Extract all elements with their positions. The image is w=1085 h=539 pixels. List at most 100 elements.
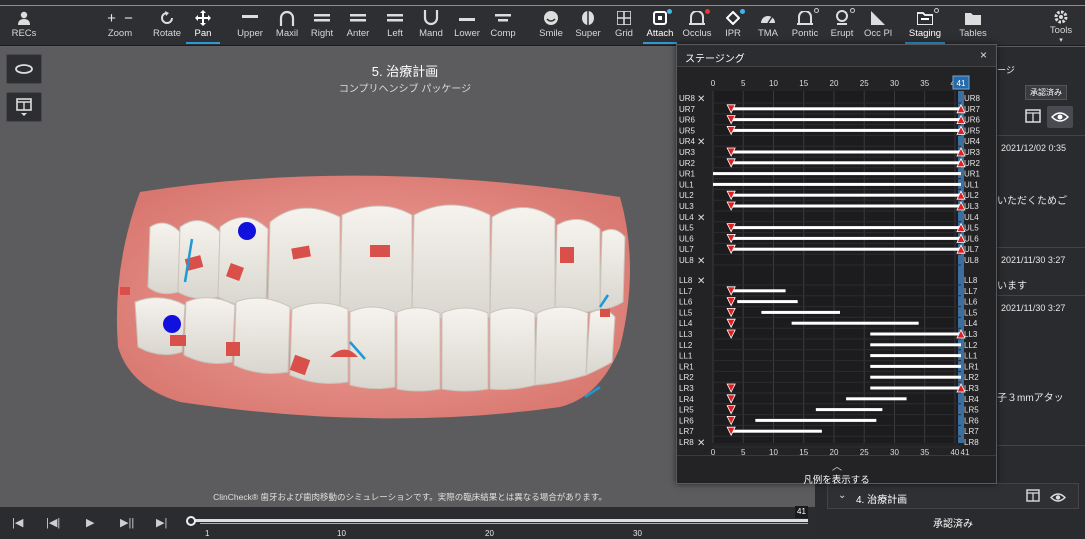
marker-point[interactable] (163, 315, 181, 333)
pan-label: Pan (194, 28, 212, 39)
left-view-icon (387, 8, 403, 28)
anterior-view-button[interactable]: Anter (342, 8, 374, 44)
staging-button[interactable]: Staging (905, 8, 945, 44)
tooth-label-left: LR3 (679, 384, 694, 393)
arch-view-toggle-button[interactable] (6, 54, 42, 84)
tooth-label-left: LR5 (679, 406, 694, 415)
upper-label: Upper (237, 28, 263, 39)
compare-button[interactable]: Comp (487, 8, 519, 44)
visibility-eye-icon[interactable] (1047, 106, 1073, 128)
occlus-indicator-dot (705, 9, 710, 14)
left-label: Left (387, 28, 403, 39)
tables-button[interactable]: Tables (956, 8, 990, 44)
gear-icon (1053, 8, 1069, 25)
tables-folder-icon (965, 8, 981, 28)
left-view-button[interactable]: Left (379, 8, 411, 44)
mandibular-arch-icon (423, 8, 439, 28)
layout-panel-icon (16, 98, 32, 116)
pan-button[interactable]: Pan (186, 8, 220, 44)
tooth-label-right: UL6 (964, 234, 979, 243)
step-back-icon[interactable]: |◀| (46, 516, 60, 529)
slider-tick: 10 (337, 529, 346, 538)
treatment-plan-subtitle: コンプリヘンシブ パッケージ (338, 84, 472, 95)
tooth-label-right: UL2 (964, 191, 979, 200)
ipr-label: IPR (725, 28, 741, 39)
tools-button[interactable]: Tools ▾ (1044, 8, 1078, 44)
layout-menu-button[interactable] (6, 92, 42, 122)
maxil-label: Maxil (275, 28, 299, 39)
occlusion-button[interactable]: Occlus (680, 8, 714, 44)
grid-button[interactable]: Grid (610, 8, 638, 44)
zoom-button[interactable]: + − Zoom (102, 8, 138, 44)
occlusal-plane-button[interactable]: Occ Pl (862, 8, 894, 44)
ipr-indicator-dot (740, 9, 745, 14)
tma-label: TMA (757, 28, 779, 39)
axis-tick-label: 35 (920, 79, 929, 88)
smile-label: Smile (539, 28, 563, 39)
staging-dialog-header[interactable]: ステージング × (677, 45, 996, 67)
skip-to-end-icon[interactable]: ▶| (156, 516, 167, 529)
tooth-label-left: LL7 (679, 287, 693, 296)
compare-icon (495, 8, 511, 28)
attach-button[interactable]: Attach (643, 8, 677, 44)
pontic-indicator-dot (814, 8, 819, 13)
marker-point[interactable] (238, 222, 256, 240)
tma-button[interactable]: TMA (753, 8, 783, 44)
missing-tooth-icon: ✕ (697, 438, 705, 449)
rotate-button[interactable]: Rotate (149, 8, 185, 44)
tooth-label-left: LL4 (679, 319, 693, 328)
stage-bar (731, 161, 961, 165)
tooth-label-left: LL1 (679, 352, 693, 361)
play-icon[interactable]: ▶ (86, 516, 94, 529)
step-forward-icon[interactable]: ▶|| (120, 516, 134, 529)
stage-bar (713, 172, 961, 176)
stage-bar (731, 289, 786, 293)
show-legend-button[interactable]: ︿ 凡例を表示する (677, 455, 996, 486)
chevron-up-icon: ︿ (832, 462, 842, 473)
axis-tick-label: 25 (860, 79, 869, 88)
chevron-down-icon: ⌄ (838, 490, 847, 501)
stage-bar (815, 408, 883, 412)
visibility-eye-icon[interactable] (1050, 490, 1066, 508)
tooth-label-right: LL3 (964, 330, 978, 339)
tables-label: Tables (959, 28, 987, 39)
lower-view-button[interactable]: Lower (451, 8, 483, 44)
comment-text: いただくためご (997, 196, 1067, 207)
comment-date: 2021/11/30 3:27 (1001, 255, 1066, 265)
section-row[interactable]: ⌄ 4. 治療計画 (827, 483, 1079, 509)
attach-label: Attach (646, 28, 674, 39)
comp-label: Comp (490, 28, 516, 39)
layout-icon[interactable] (1025, 109, 1043, 125)
stage-slider-track[interactable] (188, 519, 808, 522)
erupt-indicator-dot (850, 8, 855, 13)
skip-to-start-icon[interactable]: |◀ (12, 516, 23, 529)
stage-bar (731, 150, 961, 154)
approved-badge[interactable]: 承認済み (1025, 85, 1067, 100)
maxillary-view-button[interactable]: Maxil (271, 8, 303, 44)
upper-view-button[interactable]: Upper (234, 8, 266, 44)
axis-tick-label: 30 (890, 79, 899, 88)
slider-tick: 20 (485, 529, 494, 538)
tooth-label-left: LR4 (679, 395, 694, 404)
comment-date: 2021/12/02 0:35 (1001, 143, 1067, 153)
pontic-button[interactable]: Pontic (788, 8, 822, 44)
superimpose-button[interactable]: Super (572, 8, 604, 44)
erupt-button[interactable]: Erupt (826, 8, 858, 44)
layout-icon[interactable] (1026, 489, 1040, 507)
grid-label: Grid (615, 28, 633, 39)
ipr-button[interactable]: IPR (719, 8, 747, 44)
missing-tooth-icon: ✕ (697, 276, 705, 287)
tools-label: Tools (1049, 25, 1073, 36)
tooth-label-right: UR1 (964, 170, 981, 179)
right-view-button[interactable]: Right (306, 8, 338, 44)
mand-label: Mand (419, 28, 443, 39)
stage-slider-handle[interactable] (186, 516, 196, 526)
mandibular-view-button[interactable]: Mand (415, 8, 447, 44)
erupt-icon (835, 8, 855, 28)
recs-button[interactable]: RECs (8, 8, 40, 44)
close-icon[interactable]: × (980, 48, 987, 62)
main-toolbar: RECs + − Zoom Rotate Pan Upper Maxil Rig… (0, 6, 1085, 46)
tooth-label-right: LR3 (964, 384, 979, 393)
smile-button[interactable]: Smile (536, 8, 566, 44)
stage-bar (731, 247, 961, 251)
